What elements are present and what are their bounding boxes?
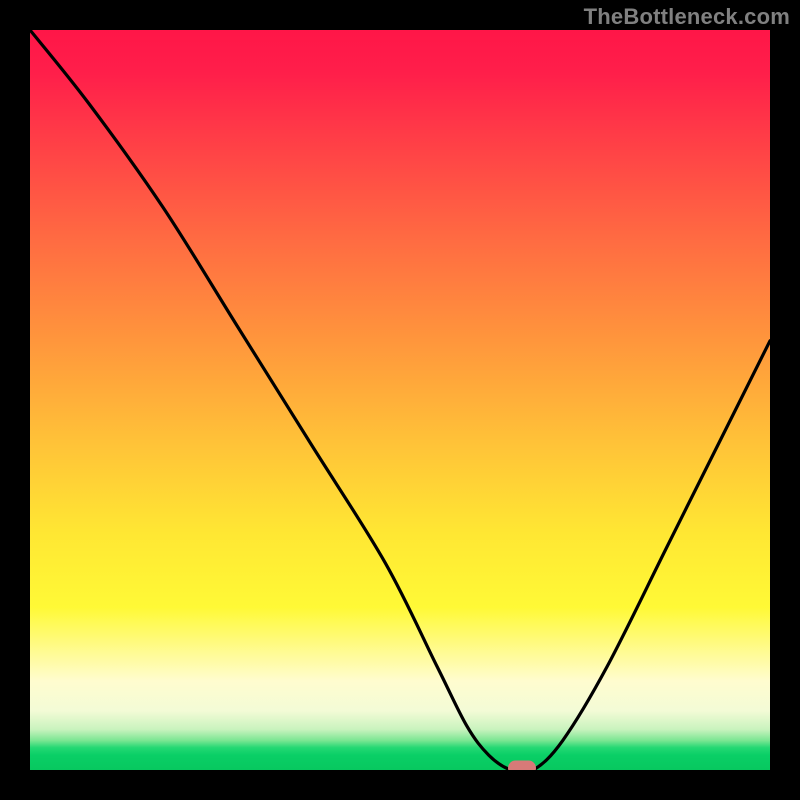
- chart-stage: TheBottleneck.com: [0, 0, 800, 800]
- watermark-text: TheBottleneck.com: [584, 4, 790, 30]
- plot-area: [30, 30, 770, 770]
- bottleneck-curve: [30, 30, 770, 770]
- optimal-marker: [508, 760, 536, 770]
